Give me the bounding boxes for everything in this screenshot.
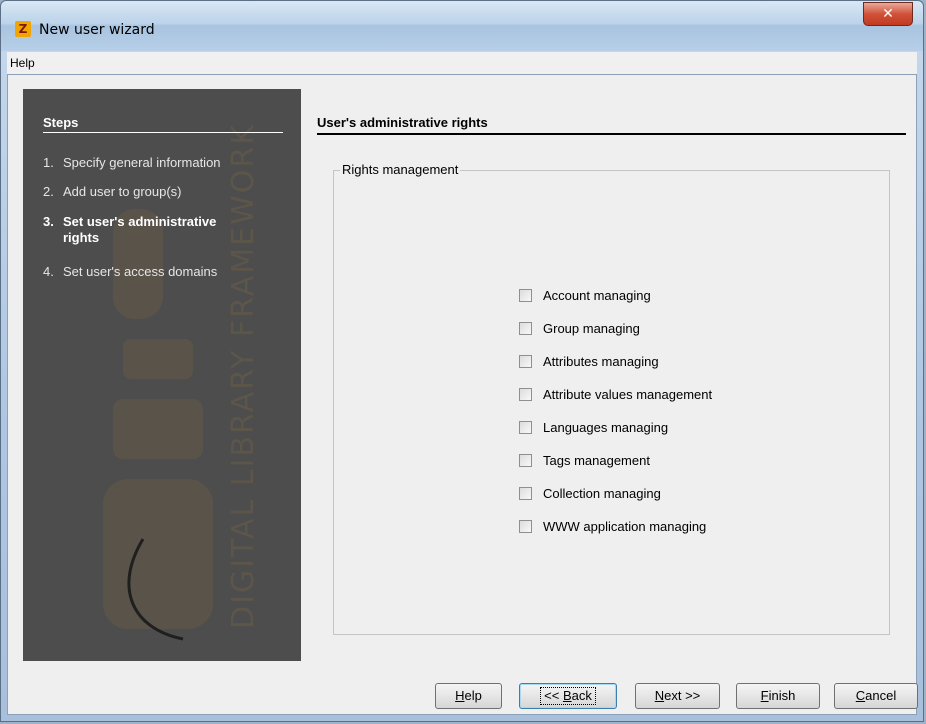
cancel-button[interactable]: Cancel: [834, 683, 918, 709]
checkbox-label: Group managing: [543, 320, 640, 336]
close-icon: ✕: [882, 6, 894, 22]
right-group-managing[interactable]: Group managing: [519, 319, 640, 337]
step-number: 4.: [43, 264, 54, 279]
right-account-managing[interactable]: Account managing: [519, 286, 651, 304]
checkbox-label: Account managing: [543, 287, 651, 303]
right-languages-managing[interactable]: Languages managing: [519, 418, 668, 436]
page-title: User's administrative rights: [317, 115, 906, 135]
checkbox[interactable]: [519, 321, 532, 335]
help-button[interactable]: Help: [435, 683, 502, 709]
step-item-3: 3. Set user's administrative rights: [43, 214, 283, 246]
right-www-application-managing[interactable]: WWW application managing: [519, 517, 706, 535]
step-item-4: 4. Set user's access domains: [43, 264, 283, 280]
next-button[interactable]: Next >>: [635, 683, 720, 709]
checkbox-label: Collection managing: [543, 485, 661, 501]
right-attribute-values-management[interactable]: Attribute values management: [519, 385, 712, 403]
window-title: New user wizard: [39, 22, 155, 38]
checkbox[interactable]: [519, 486, 532, 500]
checkbox-label: Attributes managing: [543, 353, 659, 369]
checkbox-label: WWW application managing: [543, 518, 707, 534]
step-label: Add user to group(s): [63, 184, 182, 199]
steps-title: Steps: [43, 115, 283, 133]
checkbox[interactable]: [519, 420, 532, 434]
close-button[interactable]: ✕: [863, 2, 913, 26]
right-tags-management[interactable]: Tags management: [519, 451, 650, 469]
step-item-2: 2. Add user to group(s): [43, 184, 283, 200]
step-label: Set user's administrative rights: [63, 214, 217, 245]
checkbox[interactable]: [519, 453, 532, 467]
step-number: 2.: [43, 184, 54, 199]
checkbox[interactable]: [519, 288, 532, 302]
checkbox[interactable]: [519, 387, 532, 401]
title-bar[interactable]: Z New user wizard ✕: [1, 1, 923, 51]
checkbox[interactable]: [519, 519, 532, 533]
steps-sidebar: DIGITAL LIBRARY FRAMEWORK Steps 1. Specif…: [23, 89, 301, 661]
step-label: Set user's access domains: [63, 264, 218, 279]
step-item-1: 1. Specify general information: [43, 155, 283, 171]
checkbox-label: Tags management: [543, 452, 650, 468]
rights-management-label: Rights management: [340, 162, 461, 177]
step-number: 1.: [43, 155, 54, 170]
checkbox-label: Attribute values management: [543, 386, 713, 402]
menu-item-help[interactable]: Help: [10, 56, 35, 70]
menu-bar: Help: [7, 52, 917, 75]
step-number: 3.: [43, 214, 54, 229]
right-attributes-managing[interactable]: Attributes managing: [519, 352, 659, 370]
finish-button[interactable]: Finish: [736, 683, 820, 709]
step-label: Specify general information: [63, 155, 221, 170]
app-logo-icon: Z: [15, 21, 31, 37]
back-button[interactable]: << Back: [519, 683, 617, 709]
right-collection-managing[interactable]: Collection managing: [519, 484, 661, 502]
checkbox[interactable]: [519, 354, 532, 368]
checkbox-label: Languages managing: [543, 419, 669, 435]
